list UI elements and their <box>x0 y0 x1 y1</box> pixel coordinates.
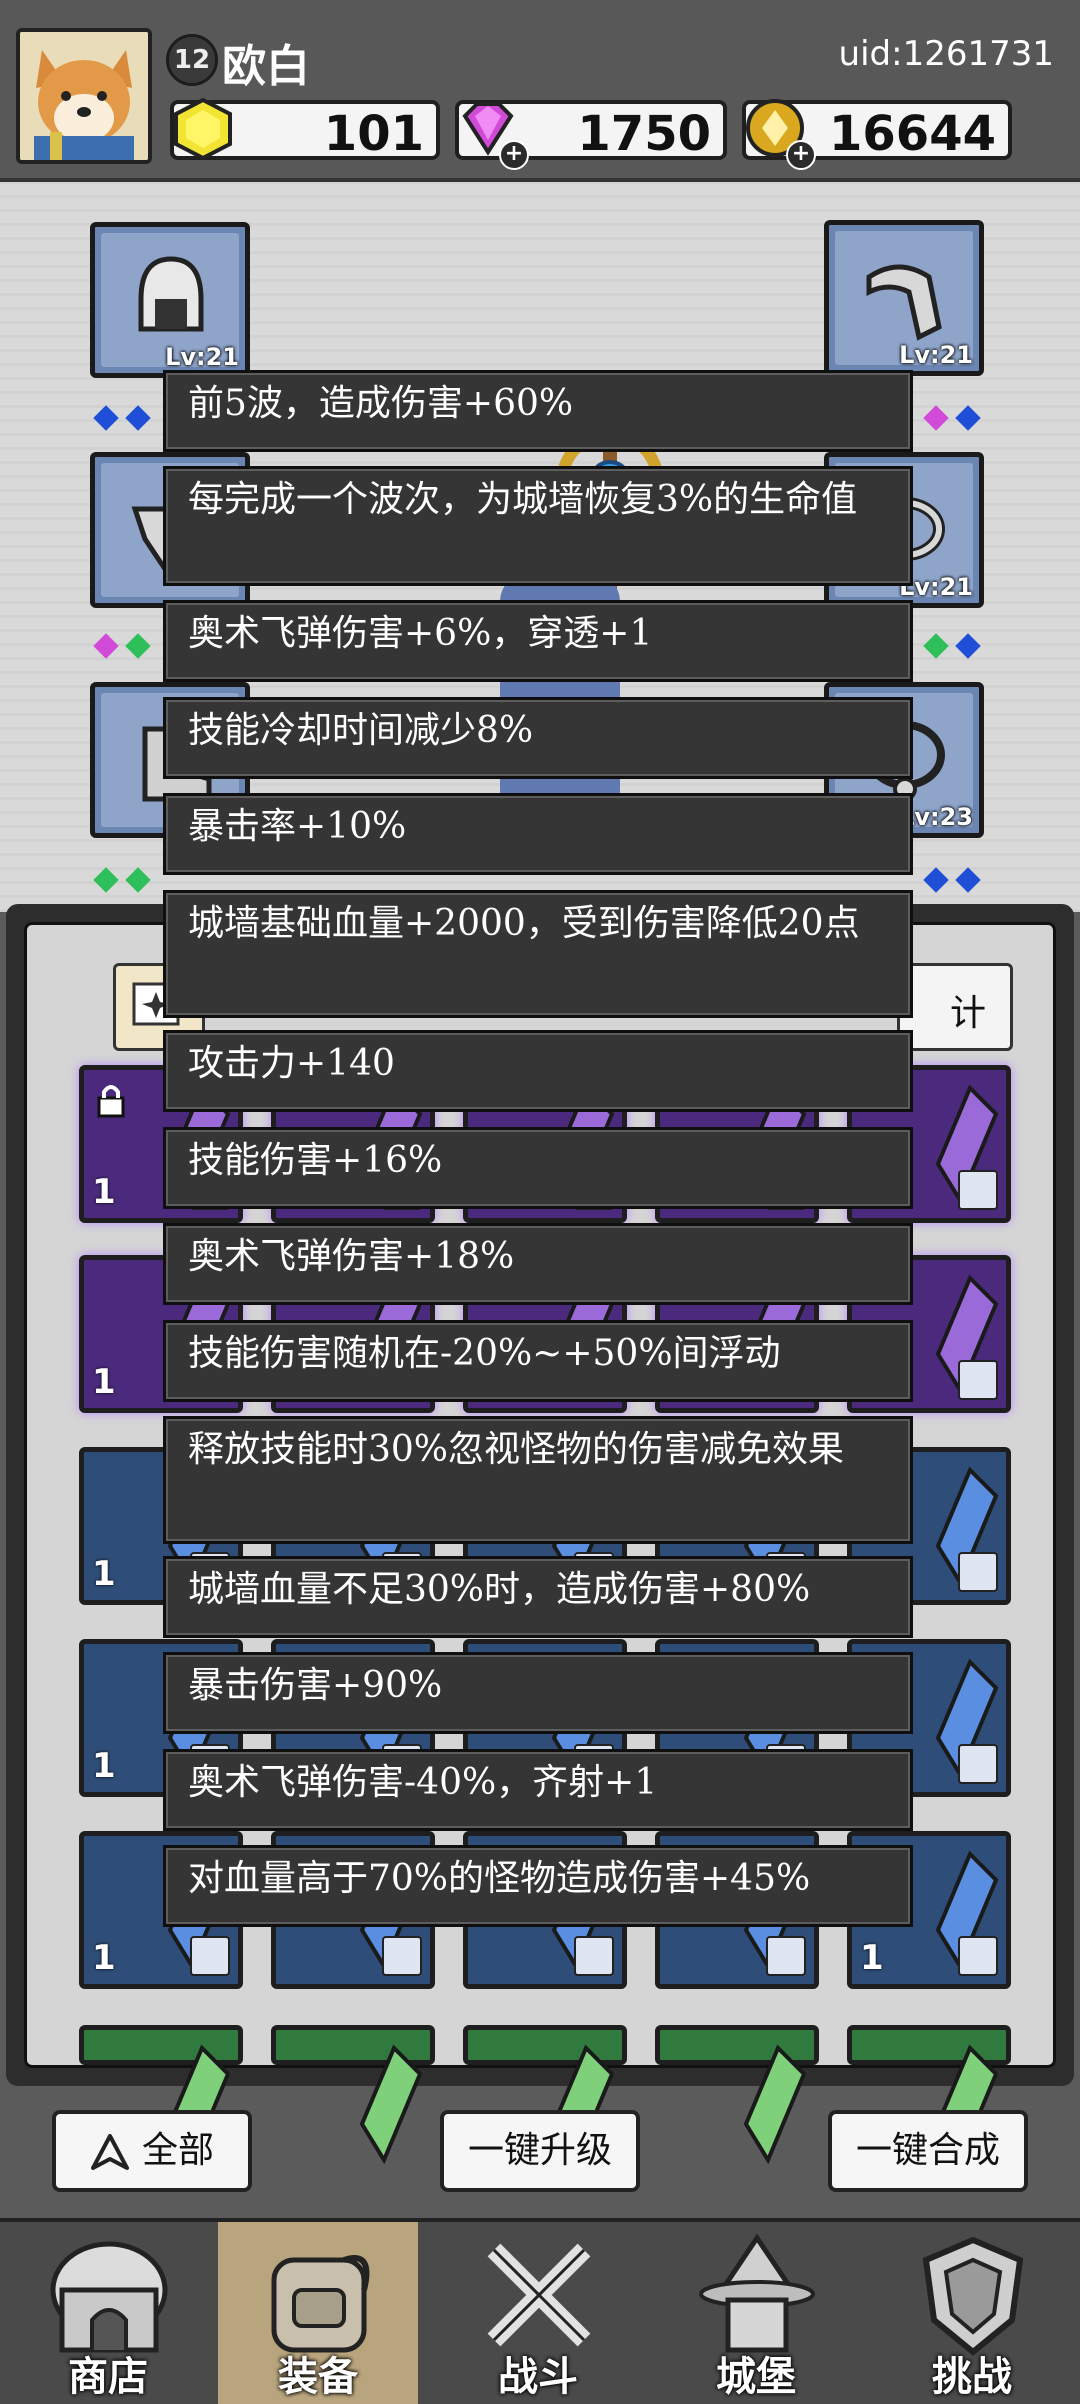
shield-icon <box>922 2236 1024 2356</box>
inventory-item[interactable] <box>463 2025 627 2164</box>
nav-equipment-label: 装备 <box>278 2354 358 2400</box>
item-type-icon <box>958 1552 998 1592</box>
add-coins-button[interactable]: + <box>786 140 816 170</box>
slot-level: Lv:21 <box>899 341 973 369</box>
player-uid: uid:1261731 <box>838 34 1054 74</box>
stats-button[interactable]: 计 <box>897 963 1013 1051</box>
upgrade-all-label: 一键升级 <box>467 2130 612 2171</box>
bracer-icon <box>866 264 942 341</box>
gem-row <box>90 405 154 431</box>
nav-equipment[interactable]: 装备 <box>218 2222 418 2404</box>
gem-currency[interactable]: + 1750 <box>455 100 727 170</box>
skill-bonus-item: 暴击伤害+90% <box>163 1652 913 1734</box>
item-count: 1 <box>92 1938 116 1978</box>
skill-bonus-item: 城墙基础血量+2000，受到伤害降低20点 <box>163 890 913 1018</box>
skill-bonus-item: 每完成一个波次，为城墙恢复3%的生命值 <box>163 466 913 586</box>
skill-bonus-item: 释放技能时30%忽视怪物的伤害减免效果 <box>163 1416 913 1544</box>
gold-amount: 101 <box>323 106 424 162</box>
equip-slot-bracer[interactable]: Lv:21 <box>824 220 984 376</box>
skill-bonus-item: 技能冷却时间减少8% <box>163 697 913 779</box>
lock-icon <box>97 1085 125 1118</box>
merge-all-button[interactable]: 一键合成 <box>828 2110 1028 2192</box>
player-avatar[interactable] <box>16 28 152 164</box>
backpack-icon <box>271 2255 370 2353</box>
slot-level: Lv:21 <box>165 343 239 371</box>
nav-shop[interactable]: 商店 <box>8 2222 208 2404</box>
item-type-icon <box>766 1936 806 1976</box>
skill-bonus-item: 前5波，造成伤害+60% <box>163 370 913 452</box>
skill-bonus-item: 奥术飞弹伤害-40%，齐射+1 <box>163 1749 913 1831</box>
nav-battle[interactable]: 战斗 <box>438 2222 638 2404</box>
gold-currency: 101 <box>170 97 440 162</box>
dog-avatar-icon <box>20 32 148 160</box>
item-count: 1 <box>92 1746 116 1786</box>
player-level-badge: 12 <box>166 34 218 86</box>
skill-bonus-item: 技能伤害随机在-20%~+50%间浮动 <box>163 1320 913 1402</box>
nav-challenge-label: 挑战 <box>932 2354 1012 2400</box>
item-count: 1 <box>92 1554 116 1594</box>
skill-bonus-item: 对血量高于70%的怪物造成伤害+45% <box>163 1845 913 1927</box>
equip-slot-helmet[interactable]: Lv:21 <box>90 222 250 378</box>
crystal-icon <box>743 2044 807 2164</box>
nav-castle[interactable]: 城堡 <box>656 2222 856 2404</box>
inventory-item[interactable] <box>79 2025 243 2164</box>
gem-row <box>920 633 984 659</box>
item-type-icon <box>958 1170 998 1210</box>
upgrade-all-button[interactable]: 一键升级 <box>440 2110 640 2192</box>
castle-icon <box>699 2233 815 2353</box>
item-count: 1 <box>860 1938 884 1978</box>
item-type-icon <box>958 1936 998 1976</box>
add-gems-button[interactable]: + <box>499 140 529 170</box>
crossed-swords-icon <box>487 2243 591 2347</box>
item-type-icon <box>382 1936 422 1976</box>
skill-bonus-item: 暴击率+10% <box>163 793 913 875</box>
item-type-icon <box>190 1936 230 1976</box>
nav-challenge[interactable]: 挑战 <box>872 2222 1072 2404</box>
stats-button-label: 计 <box>949 993 986 1034</box>
skill-bonus-item: 攻击力+140 <box>163 1030 913 1112</box>
skill-bonus-item: 技能伤害+16% <box>163 1127 913 1209</box>
gem-row <box>920 405 984 431</box>
item-type-icon <box>958 1360 998 1400</box>
coin-currency[interactable]: + 16644 <box>742 99 1012 170</box>
nav-shop-label: 商店 <box>68 2354 148 2400</box>
filter-all-button[interactable]: 全部 <box>52 2110 252 2192</box>
inventory-item[interactable] <box>271 2025 435 2164</box>
helmet-icon <box>138 256 204 332</box>
top-bar: 12 欧白 uid:1261731 101 + 1750 + 16644 <box>0 0 1080 178</box>
item-type-icon <box>574 1936 614 1976</box>
coin-amount: 16644 <box>829 106 996 162</box>
inventory-item[interactable] <box>655 2025 819 2164</box>
skill-bonus-item: 城墙血量不足30%时，造成伤害+80% <box>163 1556 913 1638</box>
merge-all-label: 一键合成 <box>855 2130 1000 2171</box>
bottom-nav: 商店 装备 战斗 城堡 挑战 <box>0 2218 1080 2404</box>
player-name: 欧白 <box>222 41 310 92</box>
item-type-icon <box>958 1744 998 1784</box>
filter-all-label: 全部 <box>141 2130 214 2171</box>
gem-row <box>920 867 984 893</box>
item-count: 1 <box>92 1172 116 1212</box>
nav-battle-label: 战斗 <box>498 2354 578 2400</box>
skill-bonus-item: 奥术飞弹伤害+6%，穿透+1 <box>163 600 913 682</box>
gem-row <box>90 867 154 893</box>
skill-bonus-item: 奥术飞弹伤害+18% <box>163 1223 913 1305</box>
gem-amount: 1750 <box>577 106 711 162</box>
triangle-filter-icon <box>90 2134 129 2170</box>
gold-ingot-icon <box>170 94 236 164</box>
nav-castle-label: 城堡 <box>716 2354 796 2400</box>
shop-icon <box>50 2241 168 2353</box>
crystal-icon <box>359 2044 423 2164</box>
item-count: 1 <box>92 1362 116 1402</box>
inventory-item[interactable] <box>847 2025 1011 2164</box>
gem-row <box>90 633 154 659</box>
